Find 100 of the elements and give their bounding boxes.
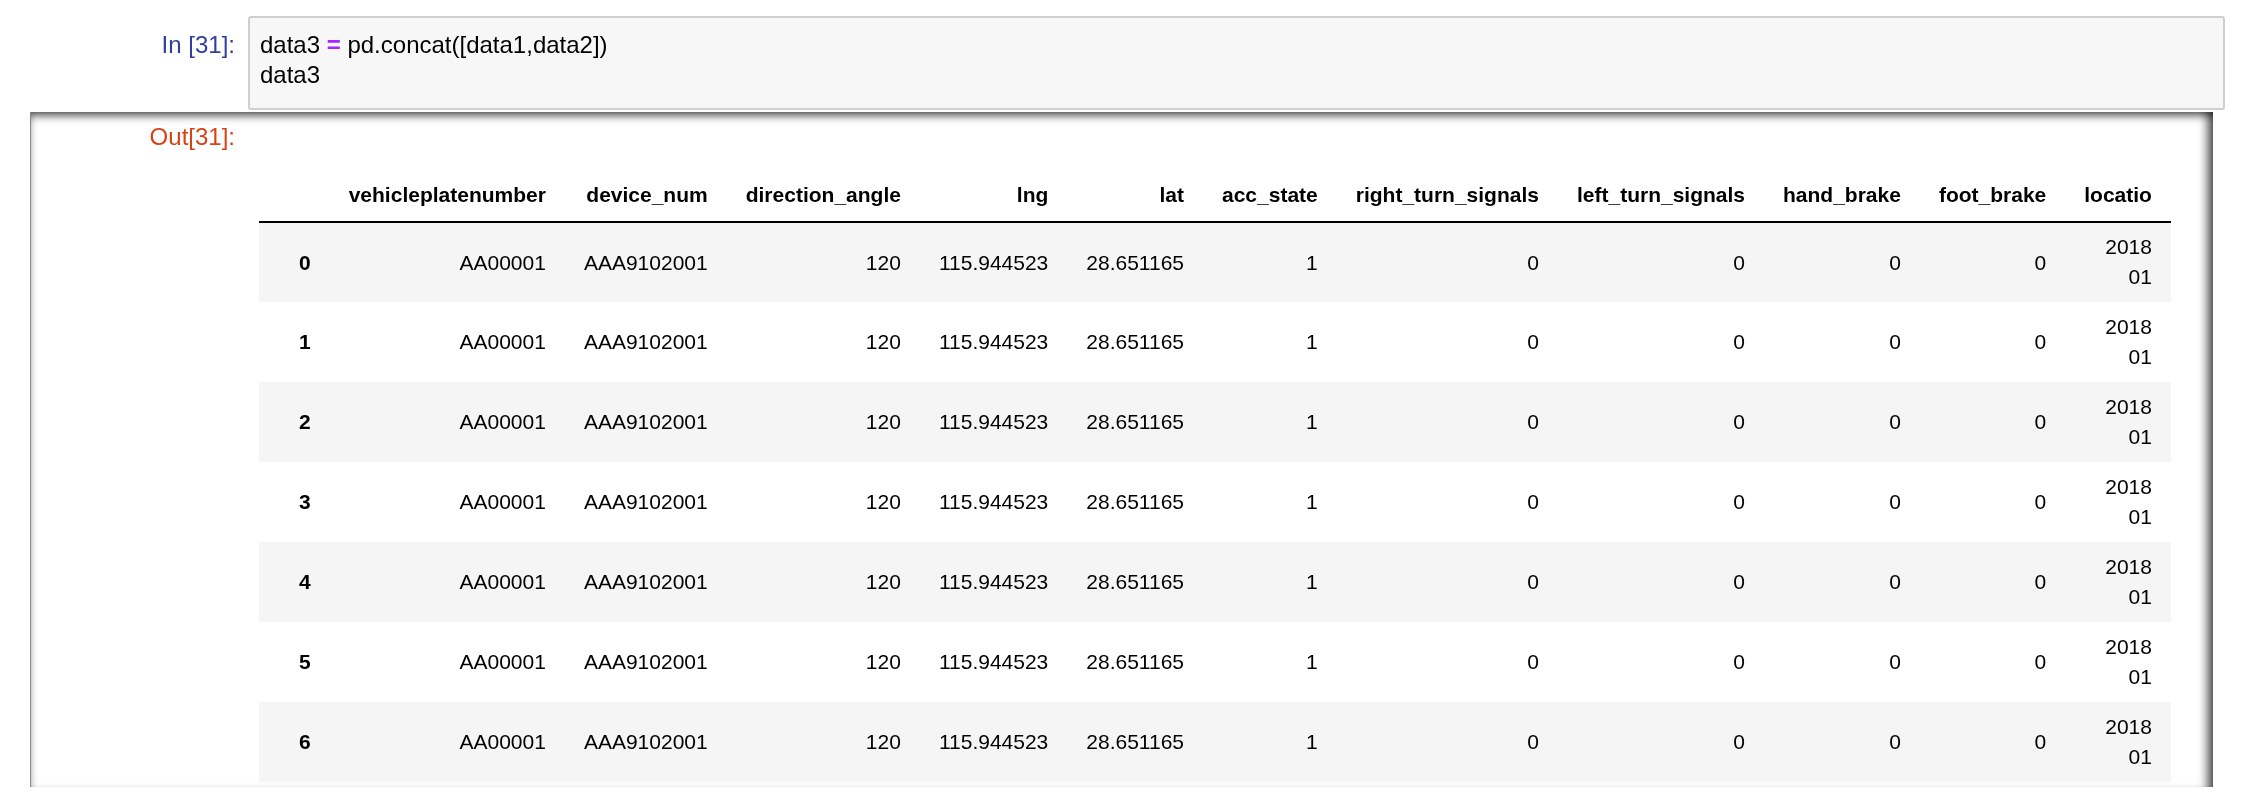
table-cell-text: 2018 01 <box>2105 713 2152 770</box>
table-cell: 0 <box>1527 250 1539 274</box>
table-cell: 28.651165 <box>1086 730 1184 754</box>
table-cell: 0 <box>2034 410 2047 434</box>
column-header: foot_brake <box>1938 182 2047 206</box>
table-cell: 28.651165 <box>1086 410 1184 434</box>
table-cell: 0 <box>1527 490 1539 514</box>
table-cell: AAA9102001 <box>583 570 708 594</box>
column-header: left_turn_signals <box>1576 182 1745 206</box>
output-prompt: Out[31]: <box>149 123 235 150</box>
table-cell: 0 <box>1889 570 1901 594</box>
table-cell: 0 <box>1733 250 1745 274</box>
table-cell: AAA9102001 <box>583 490 708 514</box>
table-cell: 0 <box>1527 410 1539 434</box>
table-cell: 1 <box>1306 650 1318 674</box>
code-line: data3 <box>260 61 321 88</box>
column-header: hand_brake <box>1783 182 1901 206</box>
table-cell: 28.651165 <box>1086 250 1184 274</box>
code-line: data3 = pd.concat([data1,data2]) <box>260 31 608 58</box>
table-cell: 0 <box>1733 730 1745 754</box>
table-cell: 1 <box>1306 570 1318 594</box>
table-cell: 0 <box>2034 330 2047 354</box>
table-cell: 120 <box>865 410 901 434</box>
table-cell: 0 <box>1527 570 1539 594</box>
table-cell: 0 <box>1527 730 1539 754</box>
table-cell: 0 <box>1527 650 1539 674</box>
row-index: 3 <box>299 490 311 514</box>
table-cell-text: 2018 01 <box>2105 633 2152 690</box>
table-cell: 0 <box>1889 730 1901 754</box>
table-cell: 0 <box>1733 410 1745 434</box>
table-cell: 0 <box>2034 570 2047 594</box>
table-cell: 115.944523 <box>938 250 1049 274</box>
column-header: acc_state <box>1222 182 1318 206</box>
column-header: lat <box>1159 182 1184 206</box>
table-cell: AAA9102001 <box>583 650 708 674</box>
row-index: 4 <box>299 570 311 594</box>
table-cell: 1 <box>1306 410 1318 434</box>
table-cell: AA00001 <box>459 490 546 514</box>
table-cell: 28.651165 <box>1086 570 1184 594</box>
table-cell: 120 <box>865 250 901 274</box>
table-cell: 115.944523 <box>938 490 1049 514</box>
table-cell: 0 <box>1889 650 1901 674</box>
table-cell: 0 <box>1889 490 1901 514</box>
table-cell: 0 <box>2034 730 2047 754</box>
table-cell: AAA9102001 <box>583 410 708 434</box>
table-cell: 120 <box>865 730 901 754</box>
table-cell: 0 <box>1889 250 1901 274</box>
table-cell: 115.944523 <box>938 570 1049 594</box>
table-cell: 0 <box>1889 410 1901 434</box>
input-prompt: In [31]: <box>161 31 235 58</box>
table-cell: 28.651165 <box>1086 490 1184 514</box>
code-cell[interactable]: data3 = pd.concat([data1,data2]) data3 <box>248 16 2225 110</box>
table-cell: AA00001 <box>459 570 546 594</box>
table-cell: 28.651165 <box>1086 330 1184 354</box>
table-cell: 120 <box>865 650 901 674</box>
table-cell: 115.944523 <box>938 410 1049 434</box>
table-cell: AA00001 <box>459 650 546 674</box>
table-cell: 120 <box>865 490 901 514</box>
table-cell: 0 <box>1527 330 1539 354</box>
row-index: 1 <box>299 330 311 354</box>
table-cell: 1 <box>1306 250 1318 274</box>
table-cell: 1 <box>1306 730 1318 754</box>
table-cell-text: 2018 01 <box>2105 473 2152 530</box>
table-cell: 0 <box>2034 250 2047 274</box>
table-cell: 0 <box>1733 490 1745 514</box>
table-cell-text: 2018 01 <box>2105 553 2152 610</box>
table-cell-text: 2018 01 <box>2105 393 2152 450</box>
table-cell: AAA9102001 <box>583 250 708 274</box>
row-index: 0 <box>299 250 311 274</box>
table-cell: 0 <box>2034 650 2047 674</box>
column-header: lng <box>1016 182 1049 206</box>
table-cell: 28.651165 <box>1086 650 1184 674</box>
table-cell-text: 2018 01 <box>2105 234 2152 291</box>
table-cell: 0 <box>1733 570 1745 594</box>
table-cell: 115.944523 <box>938 730 1049 754</box>
row-index: 6 <box>299 730 311 754</box>
table-cell: 1 <box>1306 490 1318 514</box>
table-cell: 0 <box>1733 650 1745 674</box>
column-header: locatio <box>2084 182 2152 206</box>
table-cell: 0 <box>1733 330 1745 354</box>
table-cell: AA00001 <box>459 730 546 754</box>
table-cell: AA00001 <box>459 250 546 274</box>
row-index: 5 <box>299 650 311 674</box>
column-header: direction_angle <box>745 182 901 206</box>
table-cell: 115.944523 <box>938 650 1049 674</box>
column-header: vehicleplatenumber <box>348 182 546 206</box>
table-cell: 120 <box>865 330 901 354</box>
table-cell: AA00001 <box>459 330 546 354</box>
table-cell: 120 <box>865 570 901 594</box>
table-cell: 1 <box>1306 330 1318 354</box>
table-cell: AA00001 <box>459 410 546 434</box>
table-cell-text: 2018 01 <box>2105 313 2152 370</box>
table-cell: 115.944523 <box>938 330 1049 354</box>
column-header: device_num <box>586 182 708 206</box>
column-header: right_turn_signals <box>1355 182 1539 206</box>
row-index: 2 <box>299 410 311 434</box>
table-cell: 0 <box>2034 490 2047 514</box>
table-cell: 0 <box>1889 330 1901 354</box>
table-cell: AAA9102001 <box>583 730 708 754</box>
table-cell: AAA9102001 <box>583 330 708 354</box>
